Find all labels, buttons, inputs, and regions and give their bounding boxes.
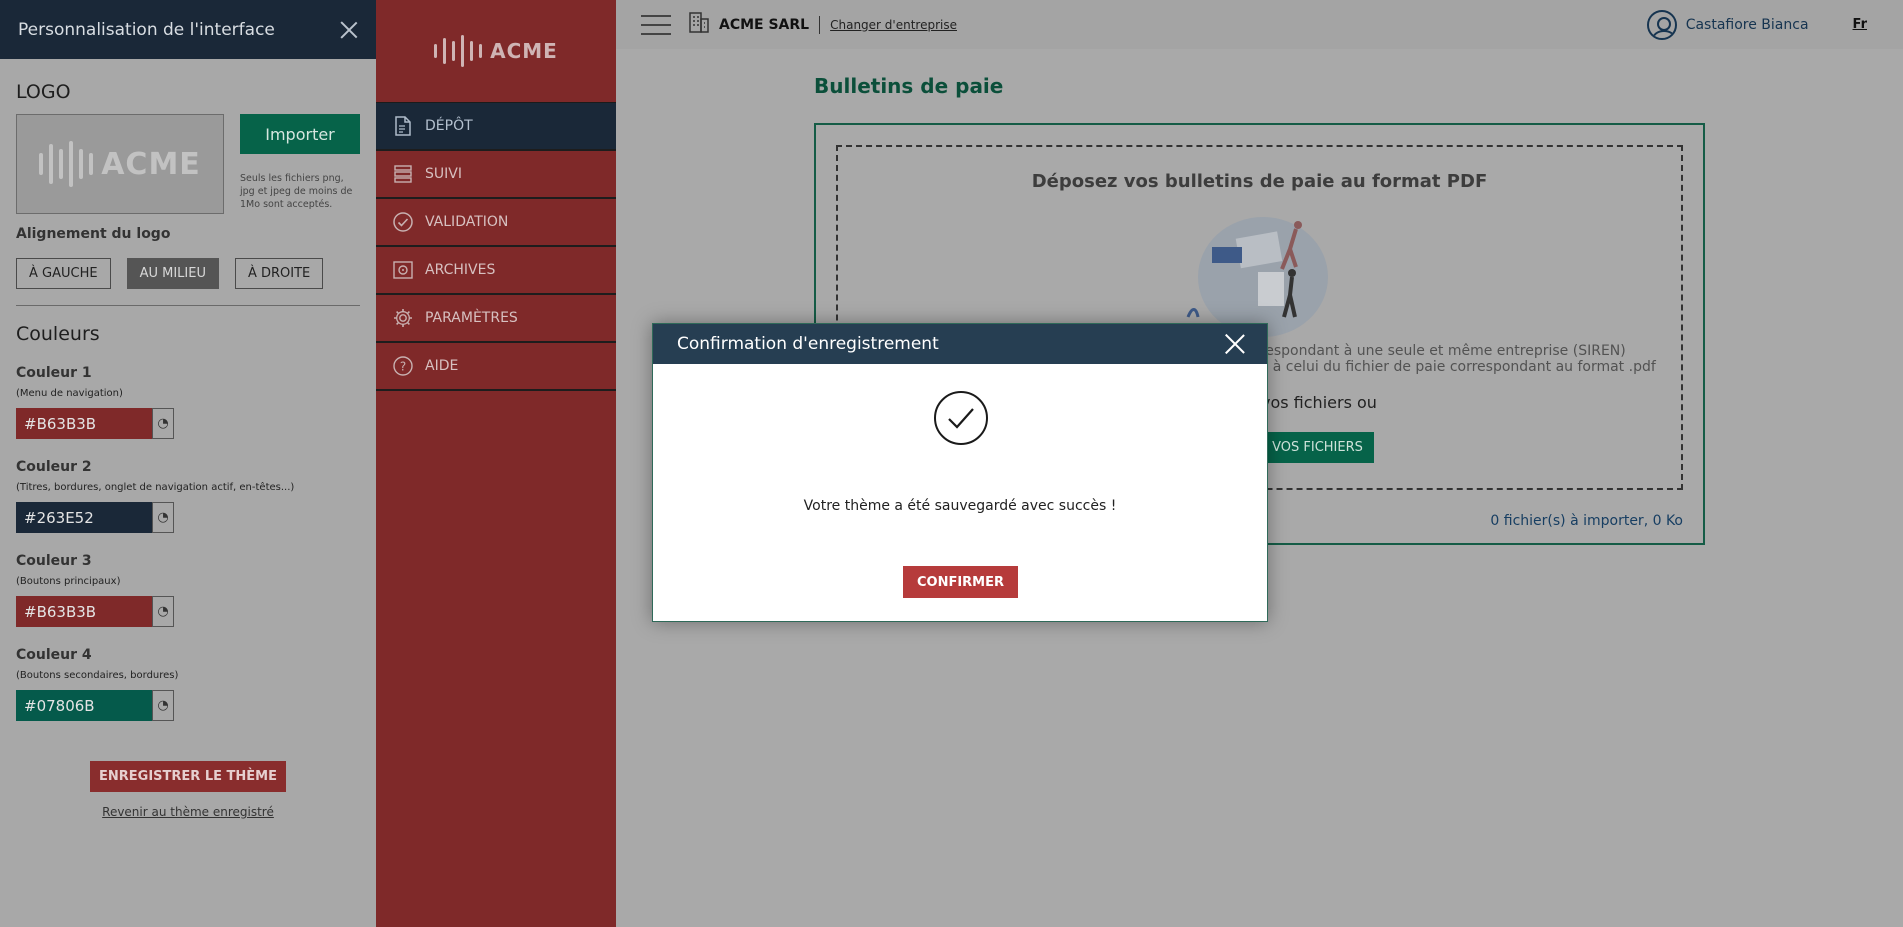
color-2-field[interactable]: #263E52	[16, 502, 152, 533]
check-circle-icon	[390, 209, 416, 235]
color-title: Couleur 4	[16, 647, 92, 663]
safe-icon	[390, 257, 416, 283]
nav-item-validation[interactable]: VALIDATION	[376, 199, 616, 247]
divider	[16, 305, 360, 306]
close-icon[interactable]	[340, 21, 358, 39]
nav-item-label: VALIDATION	[425, 214, 509, 230]
palette-icon[interactable]: ◔	[152, 596, 174, 627]
color-title: Couleur 3	[16, 553, 92, 569]
import-hint: Seuls les fichiers png, jpg et jpeg de m…	[240, 173, 353, 210]
revert-theme-link[interactable]: Revenir au thème enregistré	[16, 805, 360, 819]
color-input-row: #B63B3B ◔	[16, 408, 360, 439]
logo-row: ACME Importer Seuls les fichiers png, jp…	[16, 114, 360, 214]
user-menu[interactable]: Castafiore Bianca Fr	[1646, 9, 1867, 40]
user-name: Castafiore Bianca	[1685, 16, 1809, 33]
modal-header: Confirmation d'enregistrement	[653, 324, 1267, 364]
hamburger-menu-icon[interactable]	[641, 14, 671, 35]
logo-alignment-options: À GAUCHE AU MILIEU À DROITE	[16, 258, 360, 289]
nav-item-label: PARAMÈTRES	[425, 310, 518, 326]
gear-icon	[390, 305, 416, 331]
color-1-block: Couleur 1 (Menu de navigation) #B63B3B ◔	[16, 365, 360, 439]
panel-body: LOGO ACME Importer Seuls les fichiers pn…	[0, 81, 376, 819]
dropzone-title: Déposez vos bulletins de paie au format …	[1031, 171, 1488, 192]
customization-panel: Personnalisation de l'interface LOGO ACM…	[0, 0, 376, 927]
document-upload-icon	[390, 113, 416, 139]
color-3-field[interactable]: #B63B3B	[16, 596, 152, 627]
nav-item-label: DÉPÔT	[425, 118, 473, 134]
nav-item-label: AIDE	[425, 358, 459, 374]
separator	[819, 15, 821, 34]
page-title: Bulletins de paie	[814, 74, 1004, 98]
color-3-block: Couleur 3 (Boutons principaux) #B63B3B ◔	[16, 553, 360, 627]
panel-title: Personnalisation de l'interface	[18, 19, 275, 40]
align-right-button[interactable]: À DROITE	[234, 258, 324, 289]
change-company-link[interactable]: Changer d'entreprise	[830, 18, 957, 32]
panel-header: Personnalisation de l'interface	[0, 0, 376, 59]
palette-icon[interactable]: ◔	[152, 408, 174, 439]
separator-comma: ,	[1643, 513, 1653, 529]
save-theme-button[interactable]: ENREGISTRER LE THÈME	[90, 761, 286, 792]
color-title: Couleur 2	[16, 459, 92, 475]
language-selector[interactable]: Fr	[1853, 17, 1867, 32]
check-circle-icon	[934, 391, 988, 445]
acme-logo-icon	[39, 141, 94, 187]
upload-illustration	[1186, 217, 1328, 337]
color-title: Couleur 1	[16, 365, 92, 381]
navigation-menu: ACME DÉPÔT SUIVI VALIDATION ARCHIVES PAR…	[376, 0, 616, 927]
user-avatar-icon	[1646, 9, 1677, 40]
dropzone-note-line: correspondant à une seule et même entrep…	[1238, 343, 1626, 359]
nav-item-depot[interactable]: DÉPÔT	[376, 103, 616, 151]
building-icon	[687, 10, 711, 40]
file-size-text: 0 Ko	[1652, 513, 1683, 529]
nav-item-parametres[interactable]: PARAMÈTRES	[376, 295, 616, 343]
color-description: (Menu de navigation)	[16, 388, 123, 399]
logo-preview-text: ACME	[101, 146, 201, 182]
palette-icon[interactable]: ◔	[152, 690, 174, 721]
color-4-field[interactable]: #07806B	[16, 690, 152, 721]
align-center-button[interactable]: AU MILIEU	[126, 258, 219, 289]
color-description: (Boutons secondaires, bordures)	[16, 670, 179, 681]
close-icon[interactable]	[1225, 334, 1245, 354]
import-button[interactable]: Importer	[240, 114, 360, 154]
color-1-field[interactable]: #B63B3B	[16, 408, 152, 439]
logo-preview: ACME	[16, 114, 224, 214]
nav-item-label: SUIVI	[425, 166, 462, 182]
top-bar: ACME SARL Changer d'entreprise Castafior…	[616, 0, 1903, 49]
dropzone-or-text: vos fichiers ou	[1261, 393, 1377, 412]
logo-alignment-label: Alignement du logo	[16, 226, 171, 242]
align-left-button[interactable]: À GAUCHE	[16, 258, 111, 289]
list-icon	[390, 161, 416, 187]
logo-heading: LOGO	[16, 81, 71, 103]
acme-logo-icon	[434, 35, 483, 67]
help-icon: ?	[390, 353, 416, 379]
colors-heading: Couleurs	[16, 323, 100, 345]
nav-item-suivi[interactable]: SUIVI	[376, 151, 616, 199]
color-input-row: #B63B3B ◔	[16, 596, 360, 627]
nav-item-archives[interactable]: ARCHIVES	[376, 247, 616, 295]
dropzone-note: correspondant à une seule et même entrep…	[1238, 343, 1656, 375]
nav-item-label: ARCHIVES	[425, 262, 496, 278]
palette-icon[interactable]: ◔	[152, 502, 174, 533]
nav-logo[interactable]: ACME	[376, 0, 616, 103]
color-description: (Boutons principaux)	[16, 576, 121, 587]
color-input-row: #07806B ◔	[16, 690, 360, 721]
color-4-block: Couleur 4 (Boutons secondaires, bordures…	[16, 647, 360, 721]
confirm-button[interactable]: CONFIRMER	[903, 566, 1018, 598]
modal-title: Confirmation d'enregistrement	[677, 334, 939, 354]
color-input-row: #263E52 ◔	[16, 502, 360, 533]
modal-message: Votre thème a été sauvegardé avec succès…	[803, 498, 1117, 514]
file-count: 0 fichier(s) à importer, 0 Ko	[1490, 513, 1683, 529]
nav-logo-text: ACME	[490, 39, 558, 63]
browse-files-button[interactable]: VOS FICHIERS	[1261, 432, 1374, 463]
color-2-block: Couleur 2 (Titres, bordures, onglet de n…	[16, 459, 360, 533]
dropzone-note-line: ique à celui du fichier de paie correspo…	[1238, 359, 1656, 375]
svg-text:?: ?	[400, 360, 406, 374]
logo-import-area: Importer Seuls les fichiers png, jpg et …	[240, 114, 360, 214]
company-name: ACME SARL	[719, 16, 810, 33]
file-count-text: 0 fichier(s) à importer	[1490, 513, 1644, 529]
confirmation-modal: Confirmation d'enregistrement Votre thèm…	[652, 323, 1268, 622]
nav-item-aide[interactable]: ? AIDE	[376, 343, 616, 391]
color-description: (Titres, bordures, onglet de navigation …	[16, 482, 295, 493]
